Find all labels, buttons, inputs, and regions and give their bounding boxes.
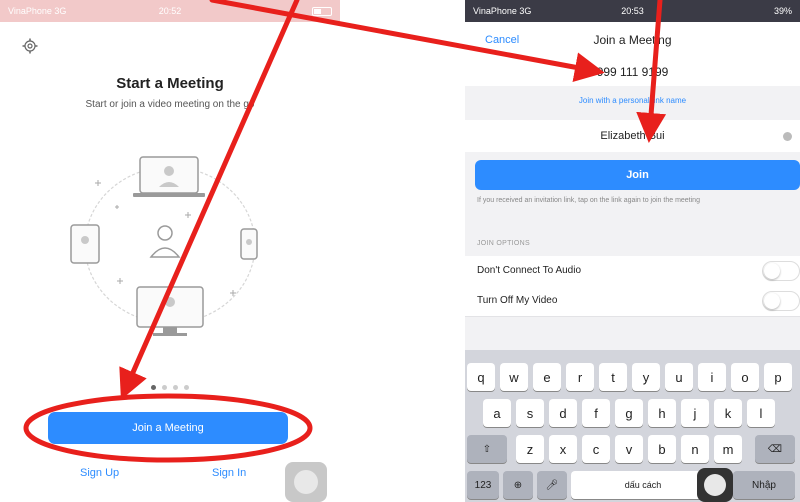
- key[interactable]: c: [582, 435, 610, 463]
- carrier-label: VinaPhone 3G: [8, 6, 67, 16]
- status-bar: VinaPhone 3G 20:53 39%: [465, 0, 800, 22]
- join-options-header: JOIN OPTIONS: [477, 240, 530, 247]
- clear-icon[interactable]: [783, 132, 792, 141]
- join-a-meeting-button[interactable]: Join a Meeting: [48, 412, 288, 444]
- key[interactable]: s: [516, 399, 544, 427]
- key[interactable]: k: [714, 399, 742, 427]
- key[interactable]: x: [549, 435, 577, 463]
- key[interactable]: p: [764, 363, 792, 391]
- page-dot: [184, 385, 189, 390]
- page-indicator: [0, 385, 340, 390]
- return-key[interactable]: Nhập: [733, 471, 795, 499]
- sign-up-link[interactable]: Sign Up: [80, 467, 119, 479]
- battery-icon: [312, 6, 332, 16]
- status-bar: VinaPhone 3G 20:52: [0, 0, 340, 22]
- key[interactable]: m: [714, 435, 742, 463]
- gear-icon[interactable]: [22, 38, 38, 54]
- devices-illustration: [70, 156, 258, 336]
- option-label: Don't Connect To Audio: [477, 265, 582, 276]
- assistive-touch-button[interactable]: [285, 462, 327, 502]
- key[interactable]: t: [599, 363, 627, 391]
- nav-title: Join a Meeting: [593, 33, 672, 47]
- sign-in-link[interactable]: Sign In: [212, 467, 246, 479]
- key[interactable]: o: [731, 363, 759, 391]
- page-subtitle: Start or join a video meeting on the go: [85, 99, 255, 110]
- key[interactable]: f: [582, 399, 610, 427]
- join-meeting-screen: VinaPhone 3G 20:53 39% Cancel Join a Mee…: [465, 0, 800, 502]
- key[interactable]: d: [549, 399, 577, 427]
- carrier-label: VinaPhone 3G: [473, 6, 532, 16]
- microphone-key-icon[interactable]: 🎤︎: [537, 471, 567, 499]
- page-title: Start a Meeting: [116, 75, 224, 92]
- start-meeting-screen: VinaPhone 3G 20:52 Start a Meeting Start…: [0, 0, 340, 502]
- battery-label: 39%: [773, 6, 792, 16]
- join-button[interactable]: Join: [475, 160, 800, 190]
- keyboard: q w e r t y u i o p a s d f g h j k l ⇧ …: [465, 350, 800, 502]
- key[interactable]: n: [681, 435, 709, 463]
- key[interactable]: b: [648, 435, 676, 463]
- key[interactable]: j: [681, 399, 709, 427]
- keyboard-row-2: a s d f g h j k l: [465, 399, 800, 429]
- keyboard-row-1: q w e r t y u i o p: [465, 363, 800, 393]
- key[interactable]: h: [648, 399, 676, 427]
- shift-key-icon[interactable]: ⇧: [467, 435, 507, 463]
- globe-key-icon[interactable]: ⊕: [503, 471, 533, 499]
- backspace-key-icon[interactable]: ⌫: [755, 435, 795, 463]
- video-toggle[interactable]: [762, 291, 800, 311]
- key[interactable]: u: [665, 363, 693, 391]
- page-dot: [162, 385, 167, 390]
- option-row-video: Turn Off My Video: [465, 286, 800, 317]
- nav-bar: Cancel Join a Meeting: [465, 22, 800, 58]
- space-key[interactable]: dấu cách: [571, 471, 715, 499]
- page-dot: [151, 385, 156, 390]
- personal-link-button[interactable]: Join with a personal link name: [465, 90, 800, 112]
- key[interactable]: r: [566, 363, 594, 391]
- key[interactable]: g: [615, 399, 643, 427]
- name-input[interactable]: Elizabeth Bui: [465, 130, 800, 142]
- key[interactable]: a: [483, 399, 511, 427]
- invitation-hint: If you received an invitation link, tap …: [477, 197, 700, 204]
- key[interactable]: i: [698, 363, 726, 391]
- keyboard-row-4: 123 ⊕ 🎤︎ dấu cách Nhập: [465, 471, 800, 501]
- key[interactable]: w: [500, 363, 528, 391]
- keyboard-row-3: ⇧ z x c v b n m ⌫: [465, 435, 800, 465]
- audio-toggle[interactable]: [762, 261, 800, 281]
- key[interactable]: z: [516, 435, 544, 463]
- option-label: Turn Off My Video: [477, 295, 558, 306]
- meeting-id-input[interactable]: 999 111 9199: [465, 58, 800, 86]
- option-row-audio: Don't Connect To Audio: [465, 256, 800, 287]
- key[interactable]: v: [615, 435, 643, 463]
- page-dot: [173, 385, 178, 390]
- key[interactable]: q: [467, 363, 495, 391]
- key[interactable]: l: [747, 399, 775, 427]
- key[interactable]: e: [533, 363, 561, 391]
- assistive-touch-button[interactable]: [697, 468, 733, 502]
- key[interactable]: y: [632, 363, 660, 391]
- name-field[interactable]: Elizabeth Bui: [465, 120, 800, 152]
- numbers-key[interactable]: 123: [467, 471, 499, 499]
- status-time: 20:53: [621, 6, 644, 16]
- status-time: 20:52: [158, 6, 182, 16]
